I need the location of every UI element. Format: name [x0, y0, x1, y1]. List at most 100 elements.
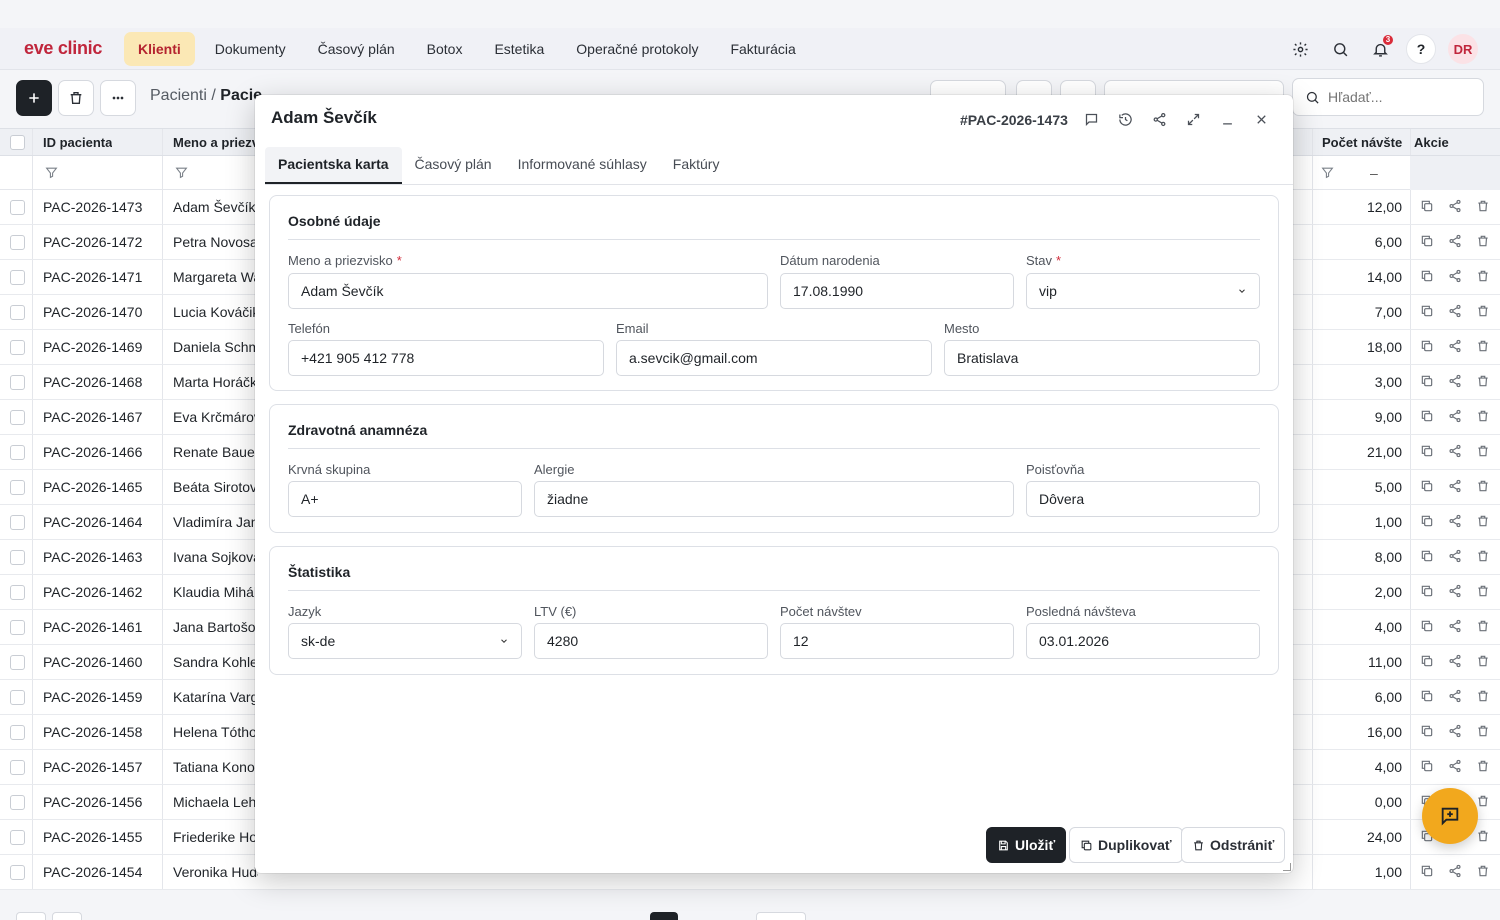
share-icon[interactable] — [1448, 479, 1464, 495]
more-actions-button[interactable] — [100, 80, 136, 116]
share-icon[interactable] — [1448, 549, 1464, 565]
insurance-field[interactable]: Dôvera — [1026, 481, 1260, 517]
tab-casovy-plan[interactable]: Časový plán — [402, 147, 505, 184]
visits-count-field[interactable]: 12 — [780, 623, 1014, 659]
pager-button[interactable] — [16, 912, 46, 920]
nav-item-operacne-protokoly[interactable]: Operačné protokoly — [560, 32, 714, 66]
row-checkbox[interactable] — [10, 620, 25, 635]
copy-icon[interactable] — [1420, 759, 1436, 775]
trash-icon[interactable] — [1476, 689, 1492, 705]
copy-icon[interactable] — [1420, 584, 1436, 600]
share-icon[interactable] — [1448, 199, 1464, 215]
nav-item-casovy-plan[interactable]: Časový plán — [302, 32, 411, 66]
copy-icon[interactable] — [1420, 864, 1436, 880]
trash-icon[interactable] — [1476, 794, 1492, 810]
row-checkbox[interactable] — [10, 550, 25, 565]
row-checkbox[interactable] — [10, 690, 25, 705]
trash-icon[interactable] — [1476, 829, 1492, 845]
trash-icon[interactable] — [1476, 479, 1492, 495]
copy-icon[interactable] — [1420, 409, 1436, 425]
share-icon[interactable] — [1448, 374, 1464, 390]
pager-current-page[interactable] — [650, 912, 678, 920]
minimize-icon[interactable] — [1217, 109, 1237, 129]
settings-gear-icon[interactable] — [1286, 32, 1314, 66]
pager-button[interactable] — [52, 912, 82, 920]
row-checkbox[interactable] — [10, 795, 25, 810]
nav-item-fakturacia[interactable]: Fakturácia — [714, 32, 811, 66]
email-field[interactable]: a.sevcik@gmail.com — [616, 340, 932, 376]
trash-icon[interactable] — [1476, 234, 1492, 250]
row-checkbox[interactable] — [10, 830, 25, 845]
ltv-field[interactable]: 4280 — [534, 623, 768, 659]
row-checkbox[interactable] — [10, 340, 25, 355]
phone-field[interactable]: +421 905 412 778 — [288, 340, 604, 376]
nav-item-estetika[interactable]: Estetika — [478, 32, 560, 66]
delete-button[interactable]: Odstrániť — [1181, 827, 1286, 863]
copy-icon[interactable] — [1420, 444, 1436, 460]
share-icon[interactable] — [1448, 864, 1464, 880]
row-checkbox[interactable] — [10, 725, 25, 740]
select-all-checkbox[interactable] — [10, 135, 25, 150]
trash-icon[interactable] — [1476, 584, 1492, 600]
row-checkbox[interactable] — [10, 375, 25, 390]
dob-field[interactable]: 17.08.1990 — [780, 273, 1014, 309]
copy-icon[interactable] — [1420, 654, 1436, 670]
trash-icon[interactable] — [1476, 199, 1492, 215]
language-select[interactable]: sk-de — [288, 623, 522, 659]
share-icon[interactable] — [1448, 689, 1464, 705]
row-checkbox[interactable] — [10, 865, 25, 880]
notifications-bell-icon[interactable]: 3 — [1366, 32, 1394, 66]
row-checkbox[interactable] — [10, 480, 25, 495]
row-checkbox[interactable] — [10, 760, 25, 775]
copy-icon[interactable] — [1420, 199, 1436, 215]
share-icon[interactable] — [1448, 724, 1464, 740]
page-size-select[interactable] — [756, 912, 806, 920]
name-field[interactable]: Adam Ševčík — [288, 273, 768, 309]
row-checkbox[interactable] — [10, 305, 25, 320]
share-icon[interactable] — [1448, 304, 1464, 320]
duplicate-button[interactable]: Duplikovať — [1069, 827, 1183, 863]
row-checkbox[interactable] — [10, 270, 25, 285]
tab-faktury[interactable]: Faktúry — [660, 147, 733, 184]
copy-icon[interactable] — [1420, 549, 1436, 565]
search-icon[interactable] — [1326, 32, 1354, 66]
row-checkbox[interactable] — [10, 515, 25, 530]
copy-icon[interactable] — [1420, 689, 1436, 705]
help-button[interactable]: ? — [1406, 34, 1436, 64]
tab-pacientska-karta[interactable]: Pacientska karta — [265, 147, 402, 184]
filter-icon[interactable] — [175, 166, 188, 179]
chat-fab-button[interactable] — [1422, 788, 1478, 844]
copy-icon[interactable] — [1420, 514, 1436, 530]
row-checkbox[interactable] — [10, 410, 25, 425]
search-input[interactable] — [1328, 89, 1478, 105]
expand-icon[interactable] — [1183, 109, 1203, 129]
column-header-name[interactable]: Meno a priezv — [173, 129, 259, 155]
trash-icon[interactable] — [1476, 654, 1492, 670]
share-icon[interactable] — [1448, 514, 1464, 530]
row-checkbox[interactable] — [10, 655, 25, 670]
user-avatar[interactable]: DR — [1448, 34, 1478, 64]
copy-icon[interactable] — [1420, 619, 1436, 635]
trash-icon[interactable] — [1476, 374, 1492, 390]
trash-icon[interactable] — [1476, 549, 1492, 565]
share-icon[interactable] — [1448, 339, 1464, 355]
comment-icon[interactable] — [1081, 109, 1101, 129]
trash-icon[interactable] — [1476, 514, 1492, 530]
nav-item-dokumenty[interactable]: Dokumenty — [199, 32, 302, 66]
delete-selected-button[interactable] — [58, 80, 94, 116]
share-icon[interactable] — [1448, 619, 1464, 635]
row-checkbox[interactable] — [10, 200, 25, 215]
row-checkbox[interactable] — [10, 585, 25, 600]
trash-icon[interactable] — [1476, 269, 1492, 285]
resize-handle[interactable] — [1283, 863, 1291, 871]
column-header-id[interactable]: ID pacienta — [43, 129, 112, 155]
allergies-field[interactable]: žiadne — [534, 481, 1014, 517]
nav-item-botox[interactable]: Botox — [411, 32, 479, 66]
status-select[interactable]: vip — [1026, 273, 1260, 309]
close-icon[interactable] — [1251, 109, 1271, 129]
copy-icon[interactable] — [1420, 234, 1436, 250]
share-icon[interactable] — [1448, 759, 1464, 775]
add-patient-button[interactable] — [16, 80, 52, 116]
share-icon[interactable] — [1448, 654, 1464, 670]
filter-icon[interactable] — [45, 166, 58, 179]
